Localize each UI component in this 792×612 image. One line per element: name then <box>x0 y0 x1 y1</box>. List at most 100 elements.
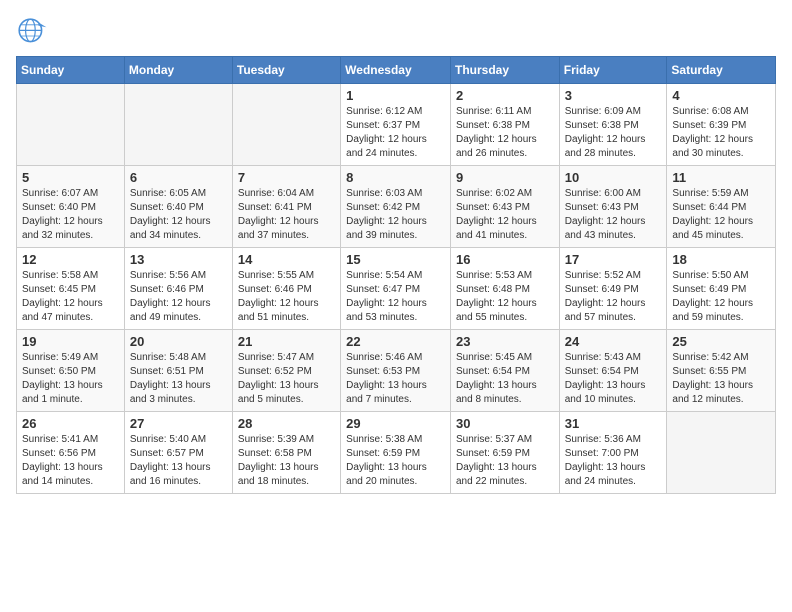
day-number: 12 <box>22 252 119 267</box>
day-info: Sunrise: 6:07 AM Sunset: 6:40 PM Dayligh… <box>22 187 119 243</box>
calendar-cell: 31 Sunrise: 5:36 AM Sunset: 7:00 PM Dayli… <box>559 412 667 494</box>
day-info: Sunrise: 6:11 AM Sunset: 6:38 PM Dayligh… <box>456 105 554 161</box>
day-number: 1 <box>346 88 445 103</box>
day-info: Sunrise: 6:04 AM Sunset: 6:41 PM Dayligh… <box>238 187 335 243</box>
day-info: Sunrise: 5:56 AM Sunset: 6:46 PM Dayligh… <box>130 269 227 325</box>
calendar-cell: 13 Sunrise: 5:56 AM Sunset: 6:46 PM Dayli… <box>124 248 232 330</box>
day-number: 13 <box>130 252 227 267</box>
calendar-cell: 25 Sunrise: 5:42 AM Sunset: 6:55 PM Dayli… <box>667 330 776 412</box>
calendar-cell: 16Sunrise: 5:53 AM Sunset: 6:48 PM Dayli… <box>450 248 559 330</box>
day-info: Sunrise: 5:38 AM Sunset: 6:59 PM Dayligh… <box>346 433 445 489</box>
day-info: Sunrise: 5:36 AM Sunset: 7:00 PM Dayligh… <box>565 433 662 489</box>
day-info: Sunrise: 6:03 AM Sunset: 6:42 PM Dayligh… <box>346 187 445 243</box>
day-info: Sunrise: 5:53 AM Sunset: 6:48 PM Dayligh… <box>456 269 554 325</box>
day-info: Sunrise: 5:55 AM Sunset: 6:46 PM Dayligh… <box>238 269 335 325</box>
col-friday: Friday <box>559 57 667 84</box>
day-number: 15 <box>346 252 445 267</box>
day-info: Sunrise: 5:45 AM Sunset: 6:54 PM Dayligh… <box>456 351 554 407</box>
calendar-cell <box>232 84 340 166</box>
calendar-cell: 23Sunrise: 5:45 AM Sunset: 6:54 PM Dayli… <box>450 330 559 412</box>
calendar-cell: 19Sunrise: 5:49 AM Sunset: 6:50 PM Dayli… <box>17 330 125 412</box>
calendar-cell <box>17 84 125 166</box>
day-info: Sunrise: 6:00 AM Sunset: 6:43 PM Dayligh… <box>565 187 662 243</box>
calendar-week-row: 19Sunrise: 5:49 AM Sunset: 6:50 PM Dayli… <box>17 330 776 412</box>
day-info: Sunrise: 5:47 AM Sunset: 6:52 PM Dayligh… <box>238 351 335 407</box>
day-number: 5 <box>22 170 119 185</box>
calendar-cell: 4Sunrise: 6:08 AM Sunset: 6:39 PM Daylig… <box>667 84 776 166</box>
logo <box>16 16 50 48</box>
calendar-cell: 2 Sunrise: 6:11 AM Sunset: 6:38 PM Daylig… <box>450 84 559 166</box>
calendar-cell: 20 Sunrise: 5:48 AM Sunset: 6:51 PM Dayli… <box>124 330 232 412</box>
day-info: Sunrise: 5:41 AM Sunset: 6:56 PM Dayligh… <box>22 433 119 489</box>
calendar-cell: 3 Sunrise: 6:09 AM Sunset: 6:38 PM Daylig… <box>559 84 667 166</box>
day-number: 7 <box>238 170 335 185</box>
day-number: 29 <box>346 416 445 431</box>
day-info: Sunrise: 6:05 AM Sunset: 6:40 PM Dayligh… <box>130 187 227 243</box>
calendar-cell: 1 Sunrise: 6:12 AM Sunset: 6:37 PM Daylig… <box>341 84 451 166</box>
day-info: Sunrise: 5:58 AM Sunset: 6:45 PM Dayligh… <box>22 269 119 325</box>
day-number: 26 <box>22 416 119 431</box>
calendar-cell <box>667 412 776 494</box>
calendar-cell: 11Sunrise: 5:59 AM Sunset: 6:44 PM Dayli… <box>667 166 776 248</box>
day-number: 2 <box>456 88 554 103</box>
calendar-cell: 21 Sunrise: 5:47 AM Sunset: 6:52 PM Dayli… <box>232 330 340 412</box>
calendar-cell: 28Sunrise: 5:39 AM Sunset: 6:58 PM Dayli… <box>232 412 340 494</box>
page-header <box>16 16 776 48</box>
day-info: Sunrise: 6:02 AM Sunset: 6:43 PM Dayligh… <box>456 187 554 243</box>
calendar-cell: 14 Sunrise: 5:55 AM Sunset: 6:46 PM Dayli… <box>232 248 340 330</box>
calendar-cell: 22Sunrise: 5:46 AM Sunset: 6:53 PM Dayli… <box>341 330 451 412</box>
calendar-cell: 27 Sunrise: 5:40 AM Sunset: 6:57 PM Dayli… <box>124 412 232 494</box>
day-number: 18 <box>672 252 770 267</box>
calendar-cell: 10 Sunrise: 6:00 AM Sunset: 6:43 PM Dayli… <box>559 166 667 248</box>
day-info: Sunrise: 5:37 AM Sunset: 6:59 PM Dayligh… <box>456 433 554 489</box>
calendar-cell: 26 Sunrise: 5:41 AM Sunset: 6:56 PM Dayli… <box>17 412 125 494</box>
day-number: 6 <box>130 170 227 185</box>
day-number: 11 <box>672 170 770 185</box>
day-info: Sunrise: 5:48 AM Sunset: 6:51 PM Dayligh… <box>130 351 227 407</box>
calendar-cell: 18 Sunrise: 5:50 AM Sunset: 6:49 PM Dayli… <box>667 248 776 330</box>
day-number: 20 <box>130 334 227 349</box>
calendar-week-row: 5 Sunrise: 6:07 AM Sunset: 6:40 PM Daylig… <box>17 166 776 248</box>
calendar-cell <box>124 84 232 166</box>
day-info: Sunrise: 6:12 AM Sunset: 6:37 PM Dayligh… <box>346 105 445 161</box>
day-number: 17 <box>565 252 662 267</box>
col-tuesday: Tuesday <box>232 57 340 84</box>
day-number: 31 <box>565 416 662 431</box>
day-number: 24 <box>565 334 662 349</box>
col-wednesday: Wednesday <box>341 57 451 84</box>
calendar-cell: 24Sunrise: 5:43 AM Sunset: 6:54 PM Dayli… <box>559 330 667 412</box>
day-info: Sunrise: 5:42 AM Sunset: 6:55 PM Dayligh… <box>672 351 770 407</box>
day-number: 21 <box>238 334 335 349</box>
day-number: 30 <box>456 416 554 431</box>
day-number: 14 <box>238 252 335 267</box>
col-monday: Monday <box>124 57 232 84</box>
day-number: 8 <box>346 170 445 185</box>
calendar-cell: 8 Sunrise: 6:03 AM Sunset: 6:42 PM Daylig… <box>341 166 451 248</box>
col-saturday: Saturday <box>667 57 776 84</box>
day-number: 28 <box>238 416 335 431</box>
day-info: Sunrise: 5:52 AM Sunset: 6:49 PM Dayligh… <box>565 269 662 325</box>
day-number: 3 <box>565 88 662 103</box>
calendar-cell: 29 Sunrise: 5:38 AM Sunset: 6:59 PM Dayli… <box>341 412 451 494</box>
calendar-week-row: 1 Sunrise: 6:12 AM Sunset: 6:37 PM Daylig… <box>17 84 776 166</box>
day-number: 9 <box>456 170 554 185</box>
day-info: Sunrise: 5:54 AM Sunset: 6:47 PM Dayligh… <box>346 269 445 325</box>
day-info: Sunrise: 5:46 AM Sunset: 6:53 PM Dayligh… <box>346 351 445 407</box>
day-info: Sunrise: 5:50 AM Sunset: 6:49 PM Dayligh… <box>672 269 770 325</box>
day-info: Sunrise: 5:40 AM Sunset: 6:57 PM Dayligh… <box>130 433 227 489</box>
day-number: 27 <box>130 416 227 431</box>
calendar-cell: 5 Sunrise: 6:07 AM Sunset: 6:40 PM Daylig… <box>17 166 125 248</box>
calendar-cell: 6 Sunrise: 6:05 AM Sunset: 6:40 PM Daylig… <box>124 166 232 248</box>
calendar-cell: 9 Sunrise: 6:02 AM Sunset: 6:43 PM Daylig… <box>450 166 559 248</box>
logo-icon <box>16 16 48 48</box>
day-number: 4 <box>672 88 770 103</box>
day-number: 19 <box>22 334 119 349</box>
day-number: 25 <box>672 334 770 349</box>
calendar-cell: 12 Sunrise: 5:58 AM Sunset: 6:45 PM Dayli… <box>17 248 125 330</box>
day-number: 10 <box>565 170 662 185</box>
day-info: Sunrise: 6:09 AM Sunset: 6:38 PM Dayligh… <box>565 105 662 161</box>
calendar-week-row: 26 Sunrise: 5:41 AM Sunset: 6:56 PM Dayli… <box>17 412 776 494</box>
calendar-week-row: 12 Sunrise: 5:58 AM Sunset: 6:45 PM Dayli… <box>17 248 776 330</box>
calendar-cell: 7 Sunrise: 6:04 AM Sunset: 6:41 PM Daylig… <box>232 166 340 248</box>
calendar-header-row: Sunday Monday Tuesday Wednesday Thursday… <box>17 57 776 84</box>
